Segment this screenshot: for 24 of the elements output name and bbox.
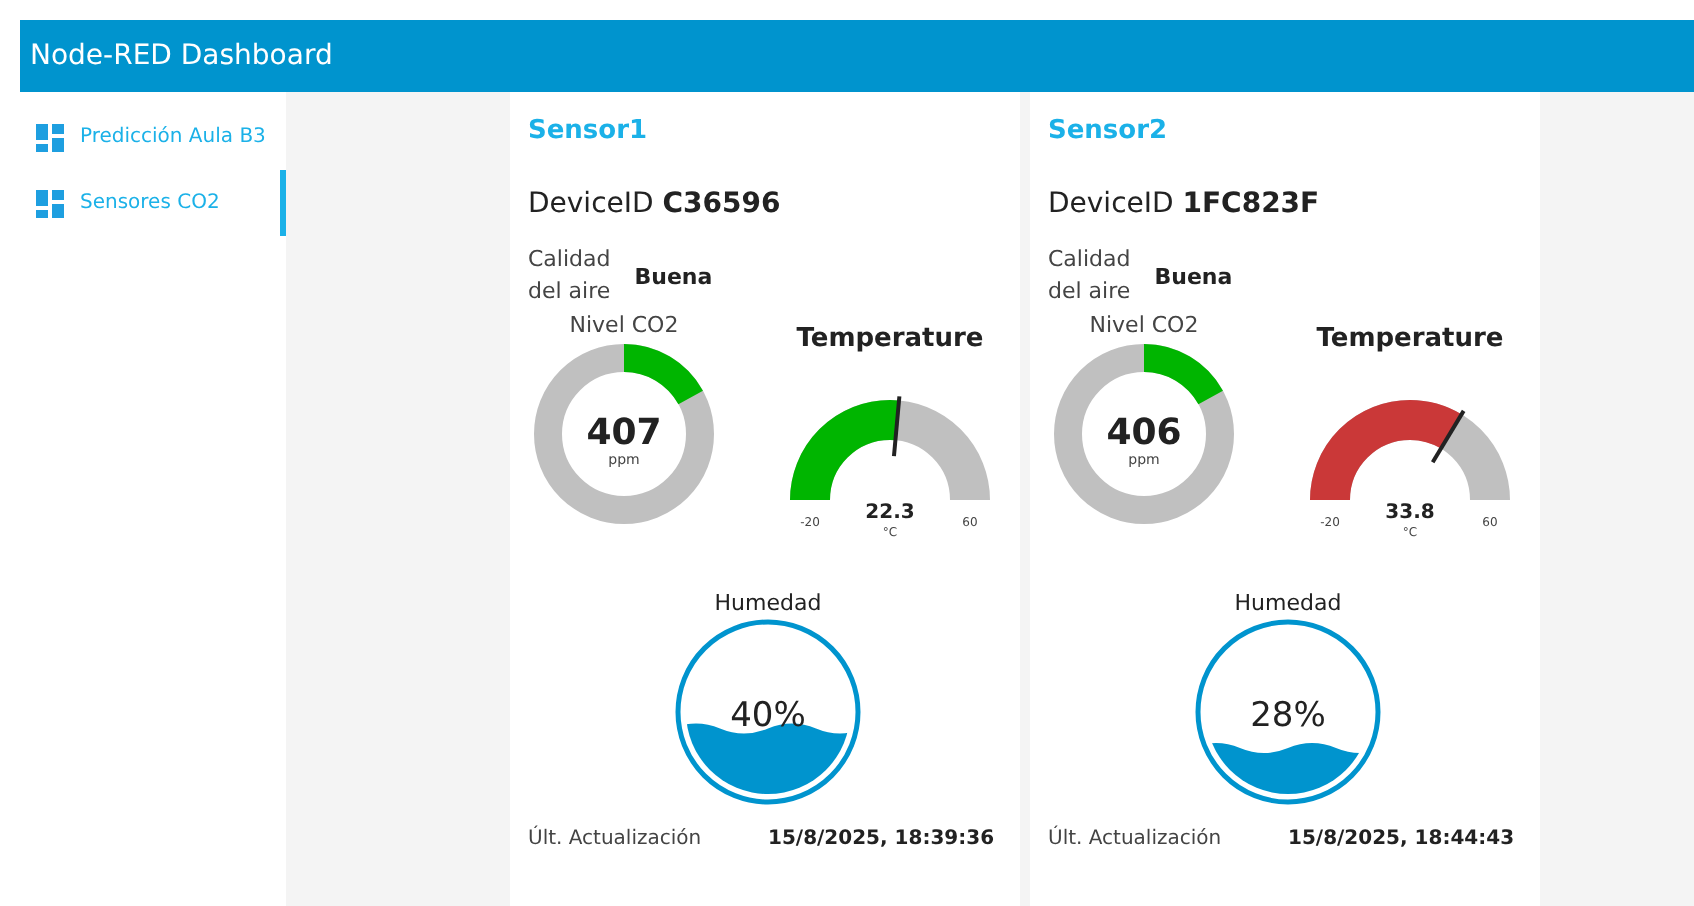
last-update-value: 15/8/2025, 18:44:43 xyxy=(1288,828,1515,850)
last-update-label: Últ. Actualización xyxy=(528,828,704,850)
device-id-text: DeviceID C36596 xyxy=(528,188,783,220)
humidity-label: Humedad xyxy=(714,590,822,616)
card-title: Sensor1 xyxy=(528,116,650,150)
air-quality-value: Buena xyxy=(634,263,713,289)
air-quality-label: Calidad del aire xyxy=(528,244,611,308)
co2-label: Nivel CO2 xyxy=(1089,312,1199,338)
air-quality-value: Buena xyxy=(1154,263,1233,289)
sidebar-item[interactable]: Predicción Aula B3 xyxy=(20,104,286,170)
dashboard-icon xyxy=(36,123,64,151)
humidity-liquid-gauge: 28% xyxy=(1192,616,1384,808)
dashboard-icon xyxy=(36,189,64,217)
last-update-value: 15/8/2025, 18:39:36 xyxy=(768,828,995,850)
temperature-title: Temperature xyxy=(1316,324,1504,354)
card-title: Sensor2 xyxy=(1048,116,1170,150)
last-update-label: Últ. Actualización xyxy=(1048,828,1224,850)
humidity-label: Humedad xyxy=(1234,590,1342,616)
device-id-text: DeviceID 1FC823F xyxy=(1048,188,1322,220)
air-quality-label: Calidad del aire xyxy=(1048,244,1131,308)
co2-label: Nivel CO2 xyxy=(569,312,679,338)
app-title: Node-RED Dashboard xyxy=(30,40,333,72)
temperature-title: Temperature xyxy=(796,324,984,354)
humidity-liquid-gauge: 40% xyxy=(672,616,864,808)
